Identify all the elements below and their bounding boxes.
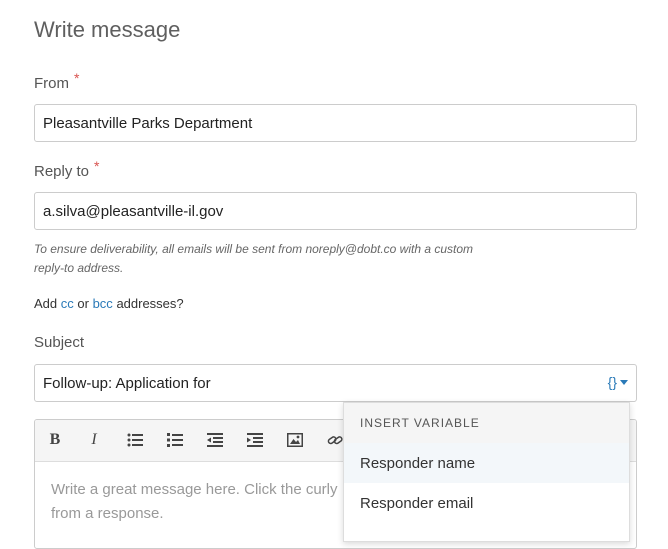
required-marker: * <box>94 158 100 174</box>
cc-link[interactable]: cc <box>61 296 74 311</box>
dropdown-header: INSERT VARIABLE <box>344 403 629 443</box>
numbered-list-icon <box>167 433 183 447</box>
subject-value: Follow-up: Application for <box>43 374 211 392</box>
required-marker: * <box>74 70 80 86</box>
variable-option-responder-name[interactable]: Responder name <box>344 443 629 483</box>
caret-down-icon <box>620 379 628 385</box>
bold-button[interactable]: B <box>44 429 66 451</box>
bulleted-list-icon <box>127 433 143 447</box>
variable-option-responder-email[interactable]: Responder email <box>344 483 629 523</box>
indent-icon <box>247 433 263 447</box>
reply-to-field[interactable]: a.silva@pleasantville-il.gov <box>34 192 637 230</box>
cc-suffix: addresses? <box>116 296 184 311</box>
from-label: From * <box>34 70 79 92</box>
add-cc-bcc-line: Add cc or bcc addresses? <box>34 296 184 311</box>
placeholder-line: from a response. <box>51 505 164 522</box>
subject-field[interactable]: Follow-up: Application for {} <box>34 364 637 402</box>
subject-label: Subject <box>34 334 85 351</box>
insert-variable-dropdown: INSERT VARIABLE Responder name Responder… <box>343 402 630 542</box>
reply-to-label-text: Reply to <box>34 163 90 180</box>
editor-placeholder: Write a great message here. Click the cu… <box>51 478 351 526</box>
bulleted-list-button[interactable] <box>124 429 146 451</box>
cc-prefix: Add <box>34 296 58 311</box>
reply-to-label: Reply to * <box>34 158 99 180</box>
from-field[interactable]: Pleasantville Parks Department <box>34 104 637 142</box>
indent-button[interactable] <box>244 429 266 451</box>
outdent-icon <box>207 433 223 447</box>
reply-to-help-text: To ensure deliverability, all emails wil… <box>34 240 504 278</box>
image-button[interactable] <box>284 429 306 451</box>
link-icon <box>327 436 343 445</box>
help-text-line: To ensure deliverability, all emails wil… <box>34 242 474 256</box>
bcc-link[interactable]: bcc <box>93 296 113 311</box>
from-label-text: From <box>34 75 69 92</box>
insert-variable-button[interactable]: {} <box>608 374 628 390</box>
italic-button[interactable]: I <box>83 429 105 451</box>
curly-braces-icon: {} <box>607 374 617 390</box>
image-icon <box>287 433 303 447</box>
outdent-button[interactable] <box>204 429 226 451</box>
placeholder-line: Write a great message here. Click the cu… <box>51 481 338 498</box>
help-text-line: reply-to address. <box>34 261 124 275</box>
numbered-list-button[interactable] <box>164 429 186 451</box>
cc-or: or <box>77 296 89 311</box>
page-title: Write message <box>34 17 181 42</box>
